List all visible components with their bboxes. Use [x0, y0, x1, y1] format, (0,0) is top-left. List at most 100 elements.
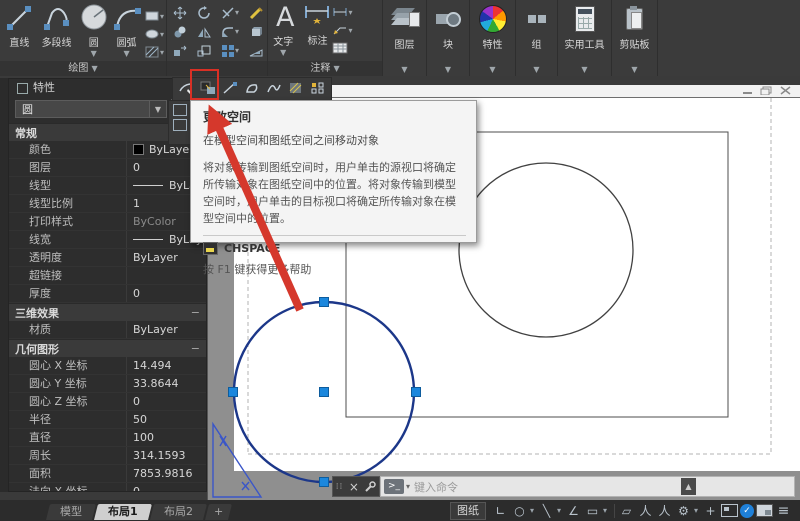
property-row[interactable]: 法向 X 坐标 0: [9, 483, 206, 491]
arc-button[interactable]: 圆弧 ▼: [111, 3, 142, 61]
layout-tab-布局1[interactable]: 布局1: [94, 503, 152, 520]
fillet-button[interactable]: ▾: [221, 22, 249, 41]
caret-down-icon[interactable]: ▼: [427, 65, 469, 74]
ribbon-panel-wheel[interactable]: 特性 ▼: [470, 0, 516, 76]
caret-down-icon[interactable]: ▼: [280, 48, 286, 57]
property-row[interactable]: 厚度 0: [9, 285, 206, 303]
property-row[interactable]: 打印样式 ByColor: [9, 213, 206, 231]
mirror-button[interactable]: [197, 22, 221, 41]
caret-down-icon[interactable]: ▼: [123, 49, 129, 58]
polar-tracking-icon[interactable]: ╲ ▾: [538, 502, 563, 520]
paper-space-button[interactable]: 图纸: [450, 501, 486, 520]
hatch-tool-button[interactable]: ▾: [144, 43, 164, 61]
property-row[interactable]: 透明度 ByLayer: [9, 249, 206, 267]
property-row[interactable]: 线型 ByLayer: [9, 177, 206, 195]
ribbon-panel-clip[interactable]: 剪贴板 ▼: [612, 0, 658, 76]
property-row[interactable]: 圆心 Z 坐标 0: [9, 393, 206, 411]
snap-mode-icon[interactable]: ○ ▾: [511, 502, 536, 520]
caret-down-icon[interactable]: ▾: [160, 48, 164, 57]
restore-icon[interactable]: [760, 86, 773, 95]
caret-down-icon[interactable]: ▼: [149, 101, 166, 117]
edit-spline-button[interactable]: [263, 79, 285, 99]
caret-down-icon[interactable]: ▼: [91, 49, 97, 58]
annotation-auto-icon[interactable]: 人: [656, 502, 673, 520]
table-button[interactable]: [332, 39, 352, 57]
scale-button[interactable]: [197, 41, 221, 60]
wrench-icon[interactable]: [364, 480, 377, 493]
ellipse-tool-button[interactable]: ▾: [144, 25, 164, 43]
layout-tab-布局2[interactable]: 布局2: [149, 503, 207, 520]
caret-down-icon[interactable]: ▼: [383, 65, 426, 74]
caret-down-icon[interactable]: ▾: [348, 8, 352, 17]
minimize-icon[interactable]: [741, 86, 754, 95]
layout-tab-模型[interactable]: 模型: [46, 503, 96, 520]
hardware-monitor-icon[interactable]: [721, 504, 738, 517]
panel-tool-icon[interactable]: [173, 104, 187, 116]
command-history-toggle[interactable]: ▲: [681, 478, 696, 495]
annotation-visibility-icon[interactable]: 人: [637, 502, 654, 520]
close-icon[interactable]: [779, 86, 792, 95]
property-row[interactable]: 图层 0: [9, 159, 206, 177]
copy-button[interactable]: [173, 22, 197, 41]
caret-down-icon[interactable]: ▼: [612, 65, 657, 74]
array-button[interactable]: ▾: [221, 41, 249, 60]
caret-down-icon[interactable]: ▾: [160, 12, 164, 21]
ribbon-panel-utils[interactable]: 实用工具 ▼: [558, 0, 612, 76]
grid-snap-icon[interactable]: ∟: [492, 502, 509, 520]
close-command-line-icon[interactable]: ×: [349, 480, 359, 494]
caret-down-icon[interactable]: ▼: [558, 65, 611, 74]
property-row[interactable]: 周长 314.1593: [9, 447, 206, 465]
stretch-button[interactable]: [173, 41, 197, 60]
settings-icon[interactable]: ⚙ ▾: [675, 502, 700, 520]
annotation-scale-icon[interactable]: ▱: [611, 502, 635, 520]
annotate-panel-label[interactable]: 注释 ▼: [268, 61, 382, 76]
rotate-button[interactable]: [197, 3, 221, 22]
draw-panel-label[interactable]: 绘图 ▼: [0, 61, 166, 76]
image-icon[interactable]: [756, 504, 773, 517]
property-row[interactable]: 面积 7853.9816: [9, 465, 206, 483]
line-button[interactable]: 直线: [4, 3, 35, 61]
move-button[interactable]: [173, 3, 197, 22]
ribbon-panel-layers[interactable]: 图层 ▼: [383, 0, 427, 76]
caret-down-icon[interactable]: ▾: [406, 482, 410, 491]
edit-line-button[interactable]: [219, 79, 241, 99]
viewport-lock-icon[interactable]: ▭ ▾: [584, 502, 609, 520]
customization-menu-icon[interactable]: ≡: [775, 502, 792, 520]
property-row[interactable]: 圆心 X 坐标 14.494: [9, 357, 206, 375]
object-type-dropdown[interactable]: 圆 ▼: [15, 100, 167, 118]
drag-handle-icon[interactable]: ⁞⁞: [336, 482, 344, 492]
clean-screen-toggle-icon[interactable]: ✓: [740, 503, 754, 518]
angle-icon[interactable]: ∠: [565, 502, 582, 520]
palette-edge-strip[interactable]: [0, 78, 8, 492]
property-row[interactable]: 圆心 Y 坐标 33.8644: [9, 375, 206, 393]
linear-dimension-button[interactable]: ▾: [332, 3, 353, 21]
property-row[interactable]: 线型比例 1: [9, 195, 206, 213]
leader-button[interactable]: ▾: [332, 21, 353, 39]
caret-down-icon[interactable]: ▾: [160, 30, 164, 39]
edit-polyline-button[interactable]: [241, 79, 263, 99]
ribbon-panel-group[interactable]: 组 ▼: [516, 0, 558, 76]
property-section-header[interactable]: 几何图形 −: [9, 339, 206, 357]
property-row[interactable]: 超链接: [9, 267, 206, 285]
edit-hatch-button[interactable]: [285, 79, 307, 99]
polyline-button[interactable]: 多段线: [37, 3, 76, 61]
plus-icon[interactable]: +: [702, 502, 719, 520]
property-row[interactable]: 材质 ByLayer: [9, 321, 206, 339]
rectangle-tool-button[interactable]: ▾: [144, 7, 164, 25]
panel-tool-icon[interactable]: [173, 119, 187, 131]
collapse-icon[interactable]: −: [191, 306, 200, 319]
property-row[interactable]: 半径 50: [9, 411, 206, 429]
layout-tab-+[interactable]: +: [204, 503, 232, 520]
command-input[interactable]: >_ ▾ 键入命令 ▲: [380, 476, 795, 497]
edit-array-button[interactable]: [307, 79, 329, 99]
ribbon-panel-block[interactable]: 块 ▼: [427, 0, 470, 76]
caret-down-icon[interactable]: ▾: [348, 26, 352, 35]
property-row[interactable]: 直径 100: [9, 429, 206, 447]
property-row[interactable]: 线宽 ByLayer: [9, 231, 206, 249]
property-section-header[interactable]: 三维效果 −: [9, 303, 206, 321]
trim-button[interactable]: ▾: [221, 3, 249, 22]
caret-down-icon[interactable]: ▼: [470, 65, 515, 74]
circle-button[interactable]: 圆 ▼: [78, 3, 109, 61]
collapse-icon[interactable]: −: [191, 342, 200, 355]
command-prompt-icon[interactable]: >_: [384, 479, 404, 494]
